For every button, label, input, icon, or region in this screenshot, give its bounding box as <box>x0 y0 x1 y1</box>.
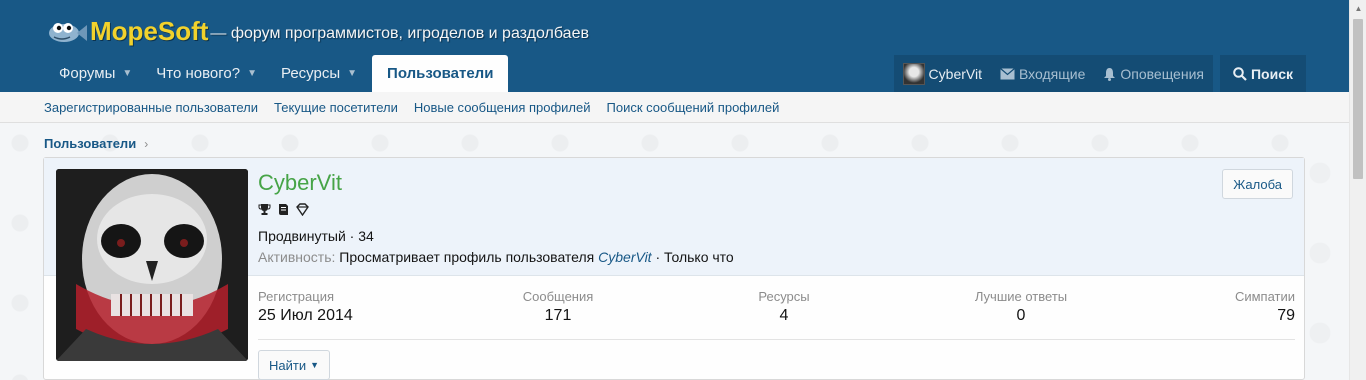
activity-label: Активность: <box>258 249 336 265</box>
tab-label: Форумы <box>59 65 116 82</box>
brand-tagline: — форум программистов, игроделов и раздо… <box>210 25 589 42</box>
search-button[interactable]: Поиск <box>1219 55 1306 92</box>
stat-label: Симпатии <box>1234 289 1295 304</box>
stat-value: 25 Июл 2014 <box>258 307 353 324</box>
profile-card: CyberVit Продвинутый · 34 Активность: Пр… <box>43 157 1305 380</box>
brand-name: MopeSoft <box>90 15 209 46</box>
site-logo[interactable]: MopeSoft — форум программистов, игродело… <box>44 14 589 48</box>
inbox-label: Входящие <box>1018 65 1086 82</box>
find-label: Найти <box>269 357 307 373</box>
avatar <box>902 62 925 85</box>
stat-likes[interactable]: Симпатии 79 <box>1235 289 1295 325</box>
activity-text: Просматривает профиль пользователя <box>339 249 595 265</box>
report-button[interactable]: Жалоба <box>1222 169 1293 199</box>
subnav-current-visitors[interactable]: Текущие посетители <box>274 100 398 115</box>
stat-value: 79 <box>1277 307 1295 324</box>
stat-registration: Регистрация 25 Июл 2014 <box>258 289 353 325</box>
tab-forums[interactable]: Форумы ▼ <box>44 55 141 92</box>
scroll-up-arrow-icon[interactable]: ▲ <box>1350 0 1366 17</box>
stat-label: Регистрация <box>258 289 334 304</box>
find-button[interactable]: Найти ▼ <box>258 350 331 380</box>
breadcrumb: Пользователи › <box>44 136 148 151</box>
tab-label: Пользователи <box>387 65 494 82</box>
stat-value: 171 <box>544 307 572 324</box>
alerts-link[interactable]: Оповещения <box>1094 55 1213 92</box>
account-username: CyberVit <box>928 65 982 82</box>
stat-value: 4 <box>779 307 789 324</box>
search-icon <box>1233 66 1247 81</box>
skull-avatar-image <box>56 169 248 361</box>
envelope-icon <box>1000 67 1015 79</box>
search-label: Поиск <box>1250 65 1293 82</box>
tab-label: Ресурсы <box>280 65 341 82</box>
caret-down-icon[interactable]: ▼ <box>247 68 257 79</box>
profile-username[interactable]: CyberVit <box>258 170 342 196</box>
stat-messages[interactable]: Сообщения 171 <box>523 289 594 325</box>
stat-label: Сообщения <box>522 289 594 304</box>
profile-avatar[interactable] <box>56 169 248 361</box>
tab-label: Что нового? <box>156 65 241 82</box>
activity-time: · Только что <box>655 249 734 265</box>
stat-value: 0 <box>1016 307 1026 324</box>
diamond-icon[interactable] <box>296 203 309 216</box>
fish-logo-icon <box>44 16 88 46</box>
account-link[interactable]: CyberVit <box>894 55 991 92</box>
stat-label: Ресурсы <box>758 289 810 304</box>
document-icon[interactable] <box>277 203 290 216</box>
user-nav: CyberVit Входящие Оповещения Поиск <box>893 55 1306 92</box>
scrollbar[interactable]: ▲ <box>1349 0 1366 380</box>
tab-members[interactable]: Пользователи <box>372 55 509 92</box>
badge-row <box>258 203 309 216</box>
inbox-link[interactable]: Входящие <box>991 55 1094 92</box>
scroll-thumb[interactable] <box>1353 19 1363 179</box>
tab-whats-new[interactable]: Что нового? ▼ <box>141 55 266 92</box>
activity-user-link[interactable]: CyberVit <box>598 249 651 265</box>
stat-best-answers[interactable]: Лучшие ответы 0 <box>975 289 1067 325</box>
site-header: MopeSoft — форум программистов, игродело… <box>0 0 1349 92</box>
caret-down-icon[interactable]: ▼ <box>122 68 132 79</box>
bell-icon <box>1104 67 1116 81</box>
breadcrumb-members[interactable]: Пользователи <box>44 136 136 151</box>
subnav-search-profile-posts[interactable]: Поиск сообщений профилей <box>607 100 780 115</box>
subnav-registered-members[interactable]: Зарегистрированные пользователи <box>44 100 258 115</box>
profile-stats: Регистрация 25 Июл 2014 Сообщения 171 Ре… <box>258 289 1295 329</box>
tab-resources[interactable]: Ресурсы ▼ <box>266 55 366 92</box>
account-group: CyberVit Входящие Оповещения <box>893 55 1213 92</box>
sub-nav: Зарегистрированные пользователи Текущие … <box>0 92 1349 123</box>
stat-label: Лучшие ответы <box>974 289 1068 304</box>
subnav-new-profile-posts[interactable]: Новые сообщения профилей <box>414 100 591 115</box>
caret-down-icon[interactable]: ▼ <box>347 68 357 79</box>
trophy-icon[interactable] <box>258 203 271 216</box>
alerts-label: Оповещения <box>1120 65 1204 82</box>
main-nav: Форумы ▼ Что нового? ▼ Ресурсы ▼ Пользов… <box>44 55 509 92</box>
divider <box>258 339 1295 340</box>
caret-down-icon: ▼ <box>310 360 320 370</box>
stat-resources[interactable]: Ресурсы 4 <box>758 289 809 325</box>
breadcrumb-separator: › <box>144 136 149 151</box>
activity-line: Активность: Просматривает профиль пользо… <box>258 249 734 265</box>
user-title: Продвинутый · 34 <box>258 228 374 244</box>
